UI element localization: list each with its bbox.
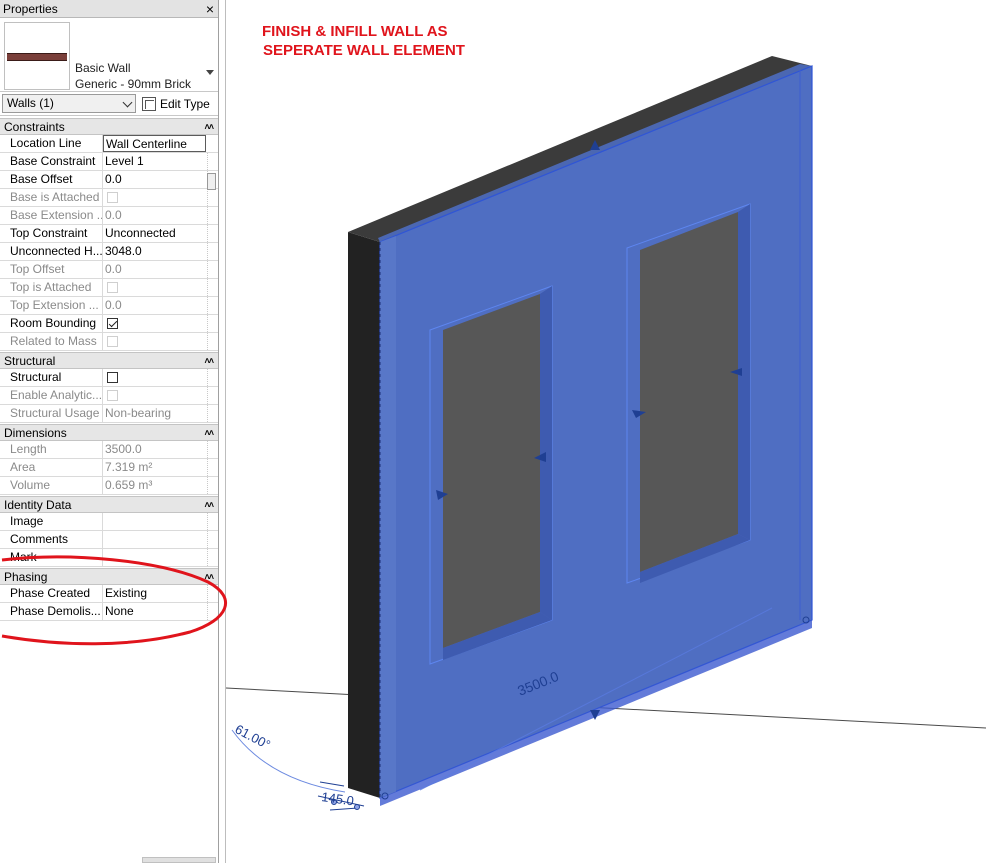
left-opening: [429, 285, 553, 665]
annotation-text: FINISH & INFILL WALL AS SEPERATE WALL EL…: [262, 22, 465, 60]
thickness-dimension-text[interactable]: 145.0: [321, 789, 355, 808]
wall-end-face: [348, 232, 380, 798]
annotation-line-1: FINISH & INFILL WALL AS: [262, 23, 448, 40]
annotation-line-2: SEPERATE WALL ELEMENT: [263, 42, 465, 59]
3d-viewport[interactable]: 3500.0 61.00° 145.0: [0, 0, 986, 863]
angle-dimension-text[interactable]: 61.00°: [233, 721, 273, 752]
right-opening: [626, 203, 751, 584]
thickness-grip-right-icon[interactable]: [354, 804, 360, 810]
